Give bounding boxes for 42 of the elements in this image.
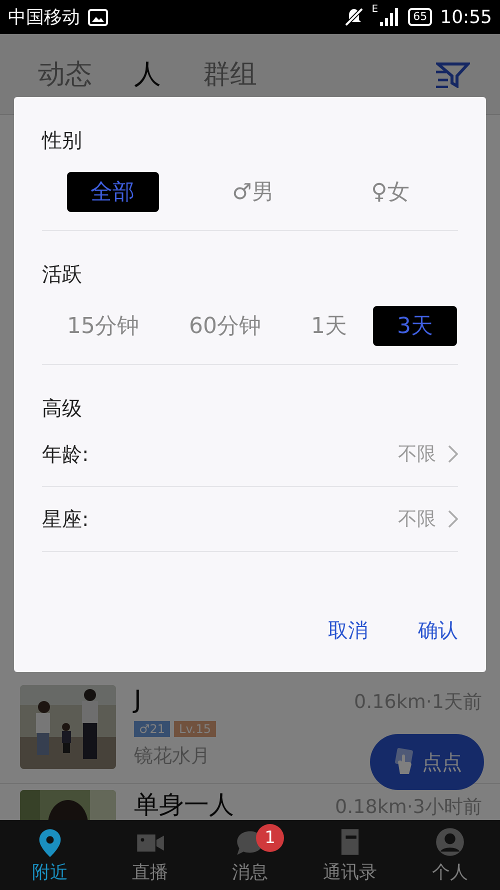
image-icon bbox=[88, 8, 108, 26]
filter-option[interactable]: 1天 bbox=[287, 306, 371, 346]
muted-bell-icon bbox=[344, 7, 364, 27]
nav-item[interactable]: 通讯录 bbox=[300, 820, 400, 890]
filter-option[interactable]: 全部 bbox=[66, 172, 159, 212]
field-label: 年龄: bbox=[42, 440, 89, 468]
user-name: J bbox=[134, 685, 142, 714]
tab[interactable]: 群组 bbox=[203, 56, 257, 92]
filter-option[interactable]: ♂男 bbox=[208, 172, 298, 212]
chevron-right-icon bbox=[448, 445, 458, 463]
filter-icon[interactable] bbox=[436, 60, 470, 88]
filter-option[interactable]: 15分钟 bbox=[43, 306, 163, 346]
nav-item[interactable]: 附近 bbox=[0, 820, 100, 890]
dian-dian-button[interactable]: 点点 bbox=[370, 734, 484, 790]
value-selector[interactable]: 不限 bbox=[398, 441, 458, 467]
carrier-name: 中国移动 bbox=[8, 6, 80, 29]
user-name: 单身一人 bbox=[134, 790, 234, 820]
section-title: 活跃 bbox=[42, 261, 83, 288]
section-title: 性别 bbox=[42, 127, 83, 154]
nav-item[interactable]: 直播 bbox=[100, 820, 200, 890]
field-label: 星座: bbox=[42, 506, 89, 532]
level-tag: Lv.15 bbox=[174, 721, 216, 737]
tab[interactable]: 动态 bbox=[38, 56, 92, 92]
unread-badge: 1 bbox=[256, 824, 284, 852]
clock: 10:55 bbox=[440, 6, 492, 28]
battery-level: 65 bbox=[408, 8, 432, 26]
signal-icon bbox=[380, 8, 400, 26]
value-selector[interactable]: 不限 bbox=[398, 506, 458, 532]
gender-age-tag: ♂21 bbox=[134, 721, 170, 737]
filter-option[interactable]: 60分钟 bbox=[165, 306, 285, 346]
filter-option[interactable]: ♀女 bbox=[347, 172, 434, 212]
dialog-button[interactable]: 取消 bbox=[328, 617, 368, 644]
chevron-right-icon bbox=[448, 510, 458, 528]
person-icon bbox=[435, 826, 465, 856]
network-type: E bbox=[372, 4, 378, 15]
nav-item[interactable]: 个人 bbox=[400, 820, 500, 890]
nav-item[interactable]: 消息 1 bbox=[200, 820, 300, 890]
filter-option[interactable]: 3天 bbox=[373, 306, 457, 346]
tab[interactable]: 人 bbox=[134, 56, 161, 92]
dialog-button[interactable]: 确认 bbox=[418, 617, 458, 644]
section-title: 高级 bbox=[42, 395, 83, 422]
hand-card-icon bbox=[392, 748, 416, 776]
